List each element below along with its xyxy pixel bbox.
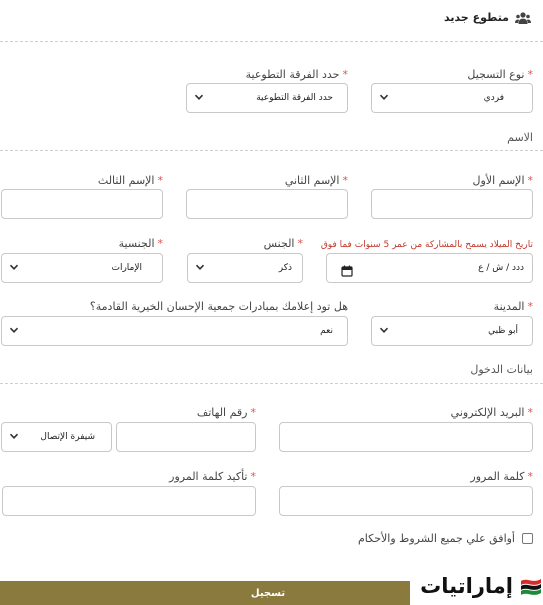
confirm-password-label: *تأكيد كلمة المرور <box>169 470 256 483</box>
registration-type-label: *نوع التسجيل <box>467 68 533 81</box>
email-label: *البريد الإلكتروني <box>450 406 533 419</box>
chevron-down-icon <box>194 92 204 102</box>
gender-select[interactable]: ذكر <box>187 253 303 283</box>
divider <box>0 41 543 42</box>
divider <box>0 150 543 151</box>
page-title: متطوع جديد <box>443 10 509 24</box>
calendar-icon[interactable] <box>341 262 353 277</box>
login-section-title: بيانات الدخول <box>470 363 533 376</box>
city-select[interactable]: أبو ظبي <box>371 316 533 346</box>
second-name-label: *الإسم الثاني <box>284 174 348 187</box>
phone-input[interactable] <box>116 422 256 452</box>
gender-label: *الجنس <box>263 237 303 250</box>
form-header: متطوع جديد <box>444 10 531 24</box>
chevron-down-icon <box>9 325 19 335</box>
flag-icon <box>521 578 541 595</box>
logo-text: إماراتيات <box>420 573 513 598</box>
nationality-select[interactable]: الإمارات <box>1 253 163 283</box>
second-name-input[interactable] <box>186 189 348 219</box>
email-input[interactable] <box>279 422 533 452</box>
first-name-label: *الإسم الأول <box>472 174 534 187</box>
terms-label[interactable]: أوافق علي جميع الشروط والأحكام <box>358 532 515 545</box>
chevron-down-icon <box>379 325 389 335</box>
phone-label: *رقم الهاتف <box>196 406 256 419</box>
confirm-password-input[interactable] <box>2 486 256 516</box>
city-label: *المدينة <box>493 300 533 313</box>
registration-type-select[interactable]: فردي <box>371 83 533 113</box>
nationality-label: *الجنسية <box>118 237 163 250</box>
password-input[interactable] <box>279 486 533 516</box>
team-select[interactable]: حدد الفرقة التطوعية <box>186 83 348 113</box>
chevron-down-icon <box>9 431 19 441</box>
birth-date-label: تاريخ الميلاد يسمح بالمشاركة من عمر 5 سن… <box>320 240 533 250</box>
third-name-label: *الإسم الثالث <box>97 174 163 187</box>
terms-checkbox[interactable] <box>522 533 533 544</box>
divider <box>0 383 543 384</box>
name-section-title: الاسم <box>507 131 533 144</box>
country-code-select[interactable]: شيفرة الإتصال <box>1 422 112 452</box>
chevron-down-icon <box>195 262 205 272</box>
users-icon <box>515 10 531 24</box>
third-name-input[interactable] <box>1 189 163 219</box>
team-label: *حدد الفرقة التطوعية <box>245 68 348 81</box>
password-label: *كلمة المرور <box>470 470 533 483</box>
birth-date-input[interactable]: ددد / ش / ع <box>326 253 533 283</box>
first-name-input[interactable] <box>371 189 533 219</box>
chevron-down-icon <box>9 262 19 272</box>
chevron-down-icon <box>379 92 389 102</box>
notifications-label: هل تود إعلامك بمبادرات جمعية الإحسان الخ… <box>89 300 348 313</box>
site-logo: إماراتيات <box>410 566 543 605</box>
notifications-select[interactable]: نعم <box>1 316 348 346</box>
